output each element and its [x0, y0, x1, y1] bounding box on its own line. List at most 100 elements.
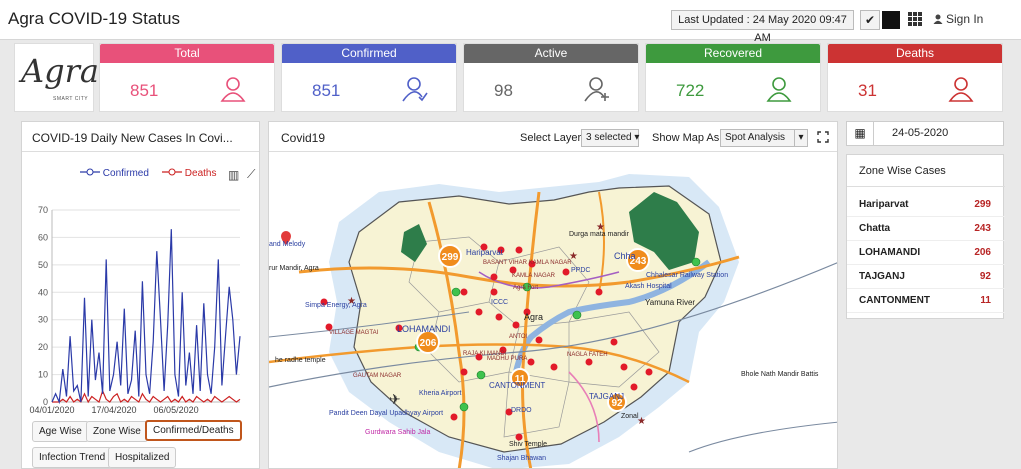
svg-text:Durga mata mandir: Durga mata mandir	[569, 231, 630, 238]
date-value: 24-05-2020	[892, 127, 949, 139]
zone-name: Chatta	[859, 223, 891, 234]
svg-text:rur Mandir, Agra: rur Mandir, Agra	[269, 265, 319, 272]
zone-panel-title: Zone Wise Cases	[847, 155, 1005, 187]
svg-text:ANTOI: ANTOI	[509, 334, 528, 340]
daily-cases-line-chart: 01020304050607004/01/2020 17/04/2020 06/05…	[29, 205, 241, 415]
x-tick-label: 17/04/2020	[92, 405, 137, 415]
svg-text:MADHU PURA: MADHU PURA	[487, 356, 527, 362]
zone-wise-button[interactable]: Zone Wise	[86, 421, 148, 442]
legend-line-icon	[162, 168, 182, 176]
svg-text:Chhalesar Railway Station: Chhalesar Railway Station	[646, 272, 728, 279]
stat-label: Active	[464, 44, 638, 63]
svg-text:DRDO: DRDO	[511, 407, 532, 414]
zone-count: 299	[974, 199, 991, 210]
stat-label: Recovered	[646, 44, 820, 63]
y-tick-label: 70	[38, 205, 48, 215]
zone-row[interactable]: TAJGANJ 92	[847, 265, 1005, 289]
sign-in-link[interactable]: Sign In	[933, 12, 983, 26]
stat-card-recovered: Recovered 722	[645, 43, 821, 112]
show-map-as-value: Spot Analysis	[725, 132, 786, 143]
agra-map[interactable]: ★★★★ ✈ 299 243 206 11 92 Durga mata mand…	[269, 152, 838, 469]
select-layer-dropdown[interactable]: 3 selected ▾	[581, 129, 639, 147]
svg-text:Agra: Agra	[524, 312, 543, 322]
legend-confirmed[interactable]: Confirmed	[80, 167, 149, 179]
daily-cases-chart-panel: COVID-19 Daily New Cases In Covi... Conf…	[21, 121, 260, 469]
select-layer-label: Select Layer	[520, 132, 582, 144]
logo-text: Agra	[21, 52, 99, 90]
bar-chart-icon[interactable]: ▥	[228, 168, 239, 182]
svg-text:ICCC: ICCC	[491, 299, 508, 306]
logo-subtitle: SMART CITY	[53, 96, 89, 102]
zone-wise-cases-panel: Zone Wise Cases Hariparvat 299 Chatta 243 …	[846, 154, 1005, 319]
person-check-icon	[402, 77, 428, 102]
line-chart-icon[interactable]: ⟋	[247, 167, 255, 182]
svg-text:Zonal: Zonal	[621, 413, 639, 420]
check-icon[interactable]: ✔	[860, 10, 880, 30]
zone-row[interactable]: Chatta 243	[847, 217, 1005, 241]
svg-text:Shiv Temple: Shiv Temple	[509, 441, 547, 448]
y-tick-label: 10	[38, 370, 48, 380]
stat-value: 98	[494, 81, 513, 100]
zone-row[interactable]: LOHAMANDI 206	[847, 241, 1005, 265]
person-icon	[220, 77, 246, 102]
legend-deaths[interactable]: Deaths	[162, 167, 216, 179]
zone-count: 206	[974, 247, 991, 258]
stat-value: 851	[312, 81, 341, 100]
calendar-icon[interactable]: ▦	[847, 122, 874, 145]
divider	[22, 151, 259, 152]
svg-text:BASANT VIHAR KAMLA NAGAR: BASANT VIHAR KAMLA NAGAR	[483, 260, 572, 266]
stat-value: 851	[130, 81, 159, 100]
svg-text:Shajan Bhawan: Shajan Bhawan	[497, 455, 546, 462]
person-icon	[766, 77, 792, 102]
legend-label: Confirmed	[102, 168, 149, 179]
svg-text:CANTONMENT: CANTONMENT	[489, 381, 545, 390]
infection-trend-button[interactable]: Infection Trend	[32, 447, 113, 468]
svg-text:VILLAGE MAGTAI: VILLAGE MAGTAI	[329, 330, 379, 336]
stat-value: 722	[676, 81, 705, 100]
zone-row[interactable]: CANTONMENT 11	[847, 289, 1005, 313]
y-tick-label: 30	[38, 315, 48, 325]
svg-text:Yamuna River: Yamuna River	[645, 298, 695, 307]
svg-text:GAUTAM NAGAR: GAUTAM NAGAR	[353, 373, 402, 379]
app-title: Agra COVID-19 Status	[8, 9, 180, 28]
zone-count: 92	[979, 271, 991, 282]
zone-name: CANTONMENT	[859, 295, 930, 306]
legend-line-icon	[80, 168, 100, 176]
hospitalized-button[interactable]: Hospitalized	[108, 447, 177, 468]
y-tick-label: 40	[38, 287, 48, 297]
stat-value: 31	[858, 81, 877, 100]
theme-toggle-button[interactable]	[882, 11, 900, 29]
cluster-label: 299	[442, 252, 459, 263]
agra-logo: Agra SMART CITY	[14, 43, 99, 112]
x-tick-label: 04/01/2020	[29, 405, 74, 415]
zone-row[interactable]: Hariparvat 299	[847, 193, 1005, 217]
show-map-as-label: Show Map As	[652, 132, 720, 144]
map-panel-title: Covid19	[281, 131, 326, 145]
person-add-icon	[584, 77, 609, 102]
svg-text:PPDC: PPDC	[571, 267, 590, 274]
x-tick-label: 06/05/2020	[154, 405, 199, 415]
cluster-label: 206	[420, 338, 437, 349]
svg-text:Pandit Deen Dayal Upadhyay Air: Pandit Deen Dayal Upadhyay Airport	[329, 410, 443, 417]
svg-text:TAJGANJ: TAJGANJ	[589, 392, 624, 401]
stat-label: Deaths	[828, 44, 1002, 63]
zone-name: TAJGANJ	[859, 271, 905, 282]
legend-label: Deaths	[184, 168, 217, 179]
series-line-confirmed	[51, 229, 241, 405]
last-updated-badge: Last Updated : 24 May 2020 09:47 AM	[671, 10, 854, 44]
date-picker[interactable]: ▦ 24-05-2020	[846, 121, 1004, 146]
svg-text:Simpa Energy, Agra: Simpa Energy, Agra	[305, 302, 367, 309]
stat-label: Total	[100, 44, 274, 63]
age-wise-button[interactable]: Age Wise	[32, 421, 89, 442]
apps-grid-icon[interactable]	[908, 12, 922, 26]
fullscreen-icon[interactable]	[817, 131, 829, 143]
show-map-as-dropdown[interactable]: Spot Analysis ▾	[720, 129, 808, 147]
stat-card-confirmed: Confirmed 851	[281, 43, 457, 112]
confirmed-deaths-button[interactable]: Confirmed/Deaths	[145, 420, 242, 441]
select-layer-value: 3 selected	[586, 132, 632, 143]
svg-text:and Melody: and Melody	[269, 241, 306, 248]
y-tick-label: 20	[38, 342, 48, 352]
svg-text:NAGLA FATEH: NAGLA FATEH	[567, 352, 608, 358]
svg-text:LOHAMANDI: LOHAMANDI	[397, 324, 451, 334]
svg-text:✈: ✈	[389, 391, 401, 407]
